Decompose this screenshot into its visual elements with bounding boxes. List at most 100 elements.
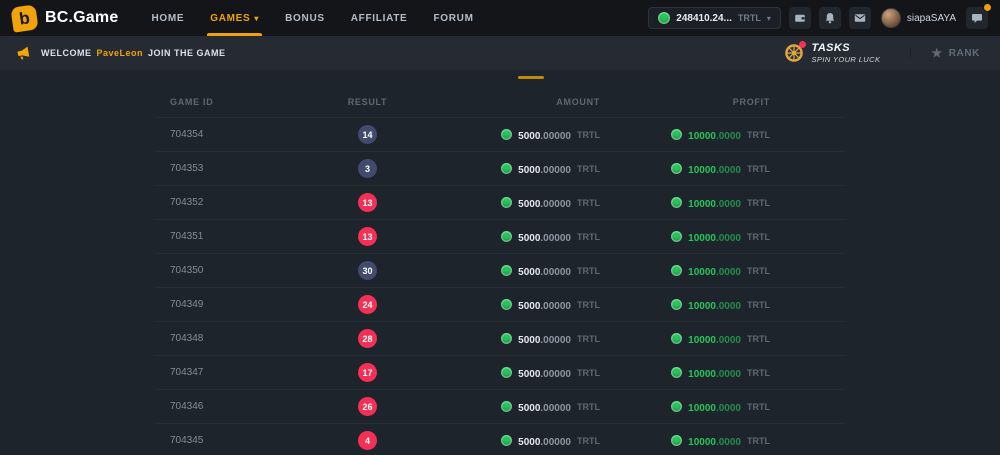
table-row[interactable]: 704354 14 5000.00000 TRTL 10000.0000 TRT… [155,117,845,151]
nav-item-label: BONUS [285,13,325,24]
rank-label: RANK [949,48,980,59]
table-row[interactable]: 704349 24 5000.00000 TRTL 10000.0000 TRT… [155,287,845,321]
game-id-value: 704354 [170,129,203,140]
chevron-down-icon: ▾ [767,14,771,23]
avatar [881,8,901,28]
amount-value: 5000.00000 [518,330,571,348]
trtl-coin-icon [501,299,512,310]
profit-value: 10000.0000 [688,228,741,246]
profit-cell: 10000.0000 TRTL [600,194,770,212]
chevron-down-icon: ▾ [254,14,259,23]
nav-item-games[interactable]: GAMES▾ [197,0,272,36]
nav-item-affiliate[interactable]: AFFILIATE [338,0,421,36]
game-id-cell: 704349 [155,299,310,310]
game-id-cell: 704346 [155,401,310,412]
profit-value: 10000.0000 [688,262,741,280]
tasks-widget[interactable]: TASKS SPIN YOUR LUCK [784,42,881,64]
username: siapaSAYA [907,13,956,24]
user-menu[interactable]: siapaSAYA [881,8,956,28]
profit-currency: TRTL [747,300,770,310]
amount-cell: 5000.00000 TRTL [425,364,600,382]
table-body: 704354 14 5000.00000 TRTL 10000.0000 TRT… [155,117,845,455]
amount-currency: TRTL [577,130,600,140]
table-row[interactable]: 704345 4 5000.00000 TRTL 10000.0000 TRTL [155,423,845,455]
nav-item-bonus[interactable]: BONUS [272,0,338,36]
table-row[interactable]: 704346 26 5000.00000 TRTL 10000.0000 TRT… [155,389,845,423]
game-id-cell: 704350 [155,265,310,276]
game-id-value: 704352 [170,197,203,208]
profit-currency: TRTL [747,164,770,174]
logo-text: BC.Game [45,9,118,27]
table-row[interactable]: 704352 13 5000.00000 TRTL 10000.0000 TRT… [155,185,845,219]
amount-cell: 5000.00000 TRTL [425,160,600,178]
chat-button[interactable] [966,7,988,29]
result-cell: 24 [310,295,425,314]
game-id-value: 704347 [170,367,203,378]
trtl-coin-icon [671,163,682,174]
nav-item-home[interactable]: HOME [138,0,197,36]
logo-letter: b [18,7,31,28]
game-id-value: 704348 [170,333,203,344]
profit-value: 10000.0000 [688,194,741,212]
trtl-coin-icon [501,265,512,276]
result-cell: 3 [310,159,425,178]
mail-icon [854,12,866,24]
balance-selector[interactable]: 248410.24... TRTL ▾ [648,7,781,29]
trtl-coin-icon [501,367,512,378]
game-id-value: 704345 [170,435,203,446]
trtl-coin-icon [671,299,682,310]
table-row[interactable]: 704347 17 5000.00000 TRTL 10000.0000 TRT… [155,355,845,389]
table-row[interactable]: 704350 30 5000.00000 TRTL 10000.0000 TRT… [155,253,845,287]
trtl-coin-icon [501,401,512,412]
result-badge: 4 [358,431,377,450]
profit-cell: 10000.0000 TRTL [600,228,770,246]
trtl-coin-icon [501,333,512,344]
topbar-right: 248410.24... TRTL ▾ [648,7,988,29]
notification-badge [983,3,992,12]
profit-currency: TRTL [747,232,770,242]
amount-value: 5000.00000 [518,364,571,382]
nav-item-label: AFFILIATE [351,13,408,24]
nav-item-forum[interactable]: FORUM [420,0,486,36]
amount-cell: 5000.00000 TRTL [425,126,600,144]
tasks-text: TASKS SPIN YOUR LUCK [812,42,881,64]
trtl-coin-icon [501,129,512,140]
notifications-button[interactable] [819,7,841,29]
result-badge: 13 [358,193,377,212]
table-row[interactable]: 704353 3 5000.00000 TRTL 10000.0000 TRTL [155,151,845,185]
profit-value: 10000.0000 [688,296,741,314]
wallet-button[interactable] [789,7,811,29]
game-id-cell: 704352 [155,197,310,208]
profit-cell: 10000.0000 TRTL [600,330,770,348]
result-cell: 13 [310,227,425,246]
profit-currency: TRTL [747,368,770,378]
welcome-username[interactable]: PaveLeon [97,48,144,58]
amount-currency: TRTL [577,300,600,310]
trtl-coin-icon [671,265,682,276]
table-row[interactable]: 704351 13 5000.00000 TRTL 10000.0000 TRT… [155,219,845,253]
tasks-icon [784,43,804,63]
main-content: GAME ID RESULT AMOUNT PROFIT 704354 14 5… [0,76,1000,455]
wallet-icon [794,12,806,24]
profit-value: 10000.0000 [688,432,741,450]
trtl-coin-icon [501,231,512,242]
amount-cell: 5000.00000 TRTL [425,296,600,314]
profit-cell: 10000.0000 TRTL [600,364,770,382]
profit-cell: 10000.0000 TRTL [600,432,770,450]
trtl-coin-icon [658,12,670,24]
result-cell: 30 [310,261,425,280]
game-id-value: 704346 [170,401,203,412]
result-cell: 13 [310,193,425,212]
messages-button[interactable] [849,7,871,29]
logo[interactable]: b BC.Game [12,6,118,31]
table-row[interactable]: 704348 28 5000.00000 TRTL 10000.0000 TRT… [155,321,845,355]
trtl-coin-icon [501,197,512,208]
game-id-cell: 704353 [155,163,310,174]
trtl-coin-icon [671,333,682,344]
amount-value: 5000.00000 [518,228,571,246]
tasks-subtitle: SPIN YOUR LUCK [812,55,881,64]
result-badge: 14 [358,125,377,144]
profit-currency: TRTL [747,198,770,208]
rank-widget[interactable]: ★ RANK [910,47,984,59]
welcome-suffix: JOIN THE GAME [148,48,226,58]
